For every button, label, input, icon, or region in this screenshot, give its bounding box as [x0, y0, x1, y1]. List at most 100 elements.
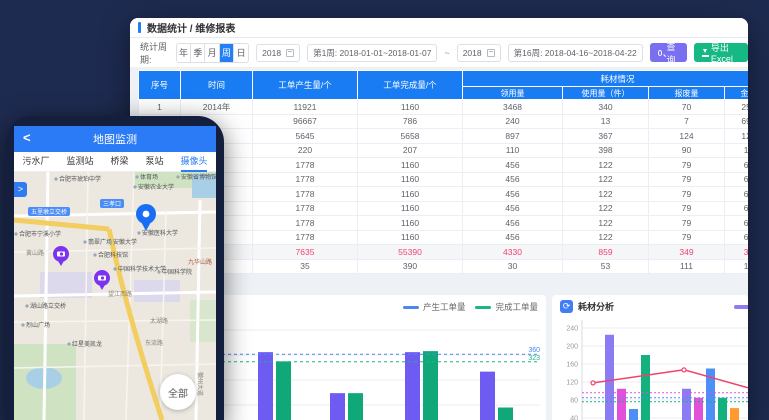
table-cell: 1160 — [358, 187, 463, 202]
chart2-legend-swatch[interactable] — [734, 305, 748, 309]
table-row: 177811604561227967 — [139, 172, 749, 187]
table-cell: 79 — [649, 158, 725, 173]
avg-cell: 14 — [725, 259, 749, 274]
table-cell: 67 — [725, 172, 749, 187]
map-container[interactable]: 合肥市琥珀中学体育场安徽农业大学安徽省博物馆五里墩立交桥三孝口合肥市宁溪小学黄山… — [14, 172, 216, 420]
table-cell: 3468 — [463, 100, 563, 115]
trend-line — [593, 370, 748, 388]
table-row: 177811604561227967 — [139, 187, 749, 202]
chart2-title: 耗材分析 — [578, 300, 729, 313]
map-pan-button[interactable]: > — [14, 182, 27, 197]
poi-dot — [133, 185, 136, 188]
table-row: 177811604561227967 — [139, 230, 749, 245]
map-label: 望江西路 — [108, 290, 132, 298]
bar-completed — [276, 361, 291, 420]
breadcrumb: 数据统计 / 维修报表 — [147, 20, 235, 35]
mobile-page-title: 地图监测 — [93, 131, 137, 147]
bar-produced — [330, 393, 345, 420]
period-option-日[interactable]: 日 — [234, 44, 248, 62]
table-cell: 67 — [725, 201, 749, 216]
map-label: 红星美凯龙 — [72, 340, 102, 348]
legend-item[interactable]: 产生工单量 — [403, 301, 466, 313]
table-row: 96667786240137690 — [139, 114, 749, 129]
map-label: 安徽农业大学 — [138, 183, 174, 191]
table-cell: 122 — [563, 187, 649, 202]
table-row: 2202071103989019 — [139, 143, 749, 158]
map-label: 合肥市宁溪小学 — [19, 230, 61, 238]
week-to-input[interactable]: 第16周: 2018-04-16~2018-04-22 — [508, 44, 643, 62]
report-table-container: 序号时间工单产生量/个工单完成量/个耗材情况领用量使用量（件）报废量金额 120… — [138, 70, 748, 274]
period-option-季[interactable]: 季 — [191, 44, 205, 62]
consumables-chart-card: ⟳ 耗材分析 2402001601208040 — [552, 295, 748, 420]
sub-col-header: 领用量 — [463, 87, 563, 100]
year-to-select[interactable]: 2018 — [457, 44, 501, 62]
range-separator: ~ — [444, 48, 449, 58]
week-from-input[interactable]: 第1周: 2018-01-01~2018-01-07 — [307, 44, 437, 62]
period-option-周[interactable]: 周 — [220, 44, 234, 62]
poi-dot — [93, 253, 96, 256]
table-cell: 456 — [463, 230, 563, 245]
period-option-年[interactable]: 年 — [177, 44, 191, 62]
table-cell: 96667 — [253, 114, 358, 129]
table-cell: 67 — [725, 216, 749, 231]
table-cell: 67 — [725, 187, 749, 202]
y-tick-label: 120 — [566, 380, 578, 387]
query-button[interactable]: 查询 — [650, 43, 687, 62]
map-label: 体育场 — [140, 173, 158, 181]
bar — [718, 398, 727, 420]
table-cell: 456 — [463, 201, 563, 216]
table-cell: 340 — [563, 100, 649, 115]
table-cell: 1160 — [358, 201, 463, 216]
table-cell: 1778 — [253, 230, 358, 245]
show-all-button[interactable]: 全部 — [160, 374, 196, 410]
poi-dot — [137, 231, 140, 234]
filter-toolbar: 统计周期: 年季月周日 2018 第1周: 2018-01-01~2018-01… — [130, 38, 748, 68]
mobile-tab-泵站[interactable]: 泵站 — [145, 152, 163, 172]
bar — [605, 335, 614, 420]
sub-col-header: 使用量（件） — [563, 87, 649, 100]
map-label: 五里墩立交桥 — [31, 208, 67, 216]
breadcrumb-bar: 数据统计 / 维修报表 — [130, 18, 748, 38]
table-cell: 5645 — [253, 129, 358, 144]
table-cell: 122 — [563, 201, 649, 216]
mobile-tab-摄像头[interactable]: 摄像头 — [180, 152, 207, 172]
year-from-select[interactable]: 2018 — [256, 44, 300, 62]
export-excel-button[interactable]: 导出Excel — [694, 43, 748, 62]
mobile-tab-监测站[interactable]: 监测站 — [66, 152, 93, 172]
table-cell: 122 — [563, 158, 649, 173]
consumables-bar-line-chart: 2402001601208040 — [552, 295, 748, 420]
map-label: 安徽大学 — [113, 238, 137, 246]
map-label: 湖山路立交桥 — [30, 302, 66, 310]
y-tick-label: 200 — [566, 344, 578, 351]
avg-cell: 390 — [358, 259, 463, 274]
table-cell: 456 — [463, 172, 563, 187]
col-header: 序号 — [139, 71, 181, 100]
phone-screen: < 地图监测 污水厂监测站桥梁泵站摄像头 — [14, 126, 216, 420]
refresh-icon: ⟳ — [560, 300, 573, 313]
legend-swatch — [403, 306, 419, 309]
map-label: 烈山广场 — [26, 321, 50, 329]
poi-dot — [108, 240, 111, 243]
table-cell: 79 — [649, 187, 725, 202]
poi-dot — [54, 177, 57, 180]
table-cell: 7 — [649, 114, 725, 129]
map-label: 三孝口 — [103, 200, 121, 208]
table-cell: 367 — [563, 129, 649, 144]
poi-dot — [21, 323, 24, 326]
bar — [730, 408, 739, 420]
back-button[interactable]: < — [23, 130, 31, 145]
total-cell: 33 — [725, 245, 749, 260]
table-cell: 129 — [725, 129, 749, 144]
period-option-月[interactable]: 月 — [205, 44, 219, 62]
col-header: 工单产生量/个 — [253, 71, 358, 100]
legend-item[interactable]: 完成工单量 — [475, 301, 538, 313]
poi-dot — [113, 267, 116, 270]
sub-col-header: 金额 — [725, 87, 749, 100]
trend-point — [682, 368, 686, 372]
mobile-tab-污水厂[interactable]: 污水厂 — [22, 152, 49, 172]
mobile-tab-桥梁[interactable]: 桥梁 — [110, 152, 128, 172]
search-icon — [658, 50, 663, 56]
bar-produced — [405, 352, 420, 420]
table-row: 12014年119211160346834070250 — [139, 100, 749, 115]
bar-completed — [423, 351, 438, 420]
